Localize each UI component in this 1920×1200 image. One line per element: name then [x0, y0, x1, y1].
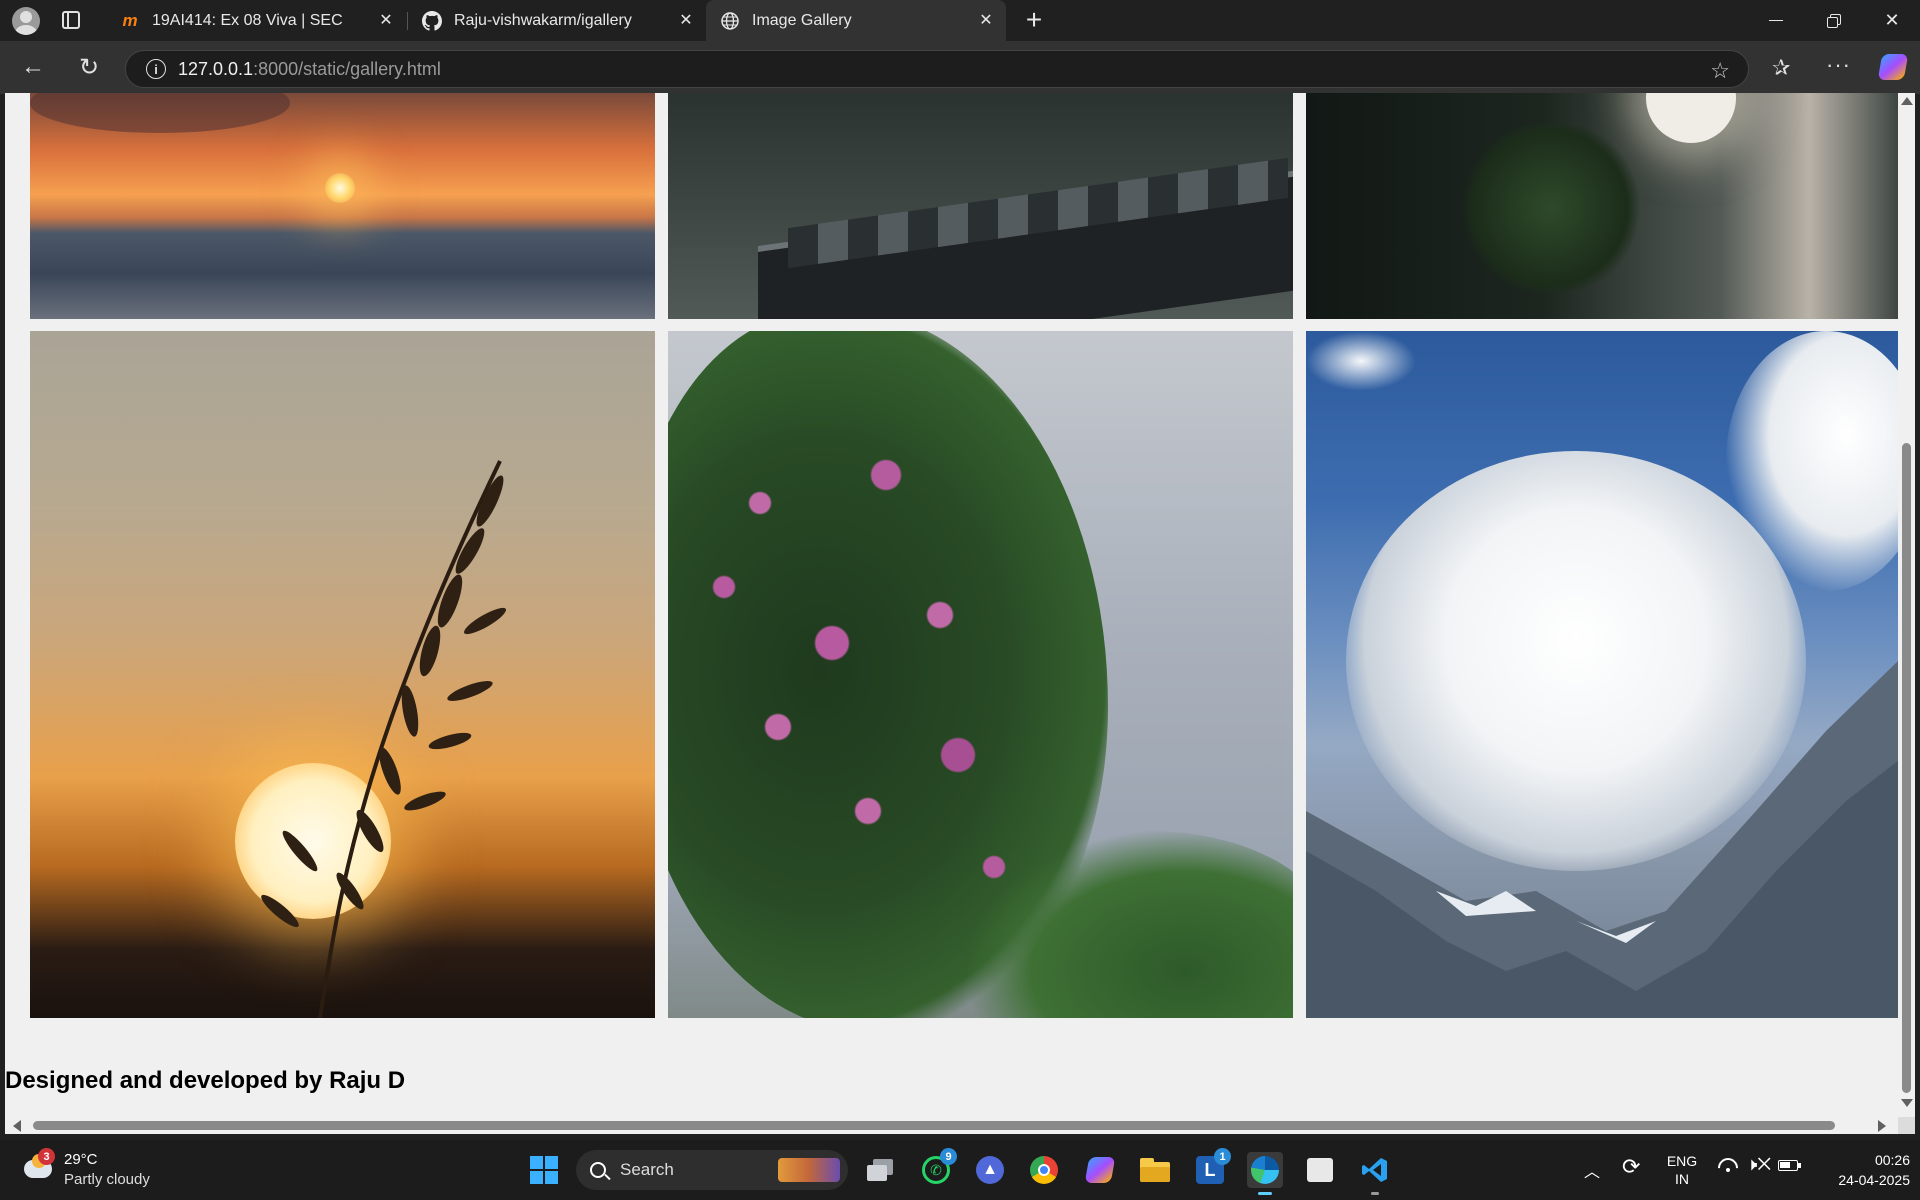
lang-top: ENG	[1666, 1153, 1698, 1169]
vertical-scrollbar[interactable]	[1898, 93, 1915, 1117]
tab-image-gallery[interactable]: Image Gallery ✕	[706, 0, 1006, 41]
task-view-icon[interactable]	[862, 1152, 898, 1188]
scroll-left-arrow-icon[interactable]	[13, 1120, 21, 1132]
close-icon[interactable]: ✕	[676, 10, 696, 30]
l-app-icon[interactable]: L 1	[1192, 1148, 1231, 1188]
horizontal-scrollbar[interactable]	[5, 1117, 1898, 1134]
scroll-right-arrow-icon[interactable]	[1878, 1120, 1886, 1132]
file-explorer-icon[interactable]	[1137, 1152, 1173, 1188]
moodle-icon: m	[122, 10, 138, 30]
grass-silhouette	[261, 460, 506, 1018]
close-icon[interactable]: ✕	[376, 10, 396, 30]
clock-time: 00:26	[1874, 1152, 1910, 1168]
app-icon-triangle[interactable]: ▲	[972, 1152, 1008, 1188]
horizontal-scroll-thumb[interactable]	[33, 1121, 1835, 1130]
whatsapp-badge: 9	[940, 1148, 957, 1165]
active-indicator	[1258, 1192, 1272, 1195]
weather-widget[interactable]: 3 29°C Partly cloudy	[18, 1146, 168, 1194]
show-hidden-icons[interactable]: ︿	[1584, 1158, 1600, 1182]
close-icon[interactable]: ✕	[976, 10, 996, 30]
edge-icon[interactable]	[1247, 1152, 1283, 1195]
url-path: :8000/static/gallery.html	[253, 58, 441, 79]
search-highlight-icon	[778, 1158, 840, 1182]
taskbar: 3 29°C Partly cloudy Search ✆ 9 ▲ L 1 ︿ …	[0, 1140, 1920, 1200]
gallery-image-sunset-sea[interactable]	[30, 93, 655, 319]
moon-shape	[1646, 93, 1736, 143]
github-icon	[422, 10, 442, 31]
url-host: 127.0.0.1	[178, 58, 254, 79]
tab-title: Image Gallery	[752, 11, 852, 29]
search-label: Search	[620, 1160, 674, 1179]
lang-bottom: IN	[1675, 1171, 1689, 1187]
gallery-image-grass-sunset[interactable]	[30, 331, 655, 1018]
sun-shape	[325, 173, 355, 203]
scrollbar-corner	[1898, 1117, 1915, 1134]
volume-muted-icon[interactable]: 🕨✕	[1746, 1154, 1771, 1175]
new-tab-icon[interactable]: +	[1020, 4, 1048, 35]
tab-actions-icon[interactable]	[62, 11, 80, 29]
mountain-range	[1306, 661, 1898, 1018]
start-button[interactable]	[526, 1152, 562, 1188]
more-options-icon[interactable]: ···	[1826, 52, 1851, 78]
taskbar-search[interactable]: Search	[576, 1150, 848, 1190]
url-field[interactable]: i 127.0.0.1 :8000/static/gallery.html ☆	[125, 50, 1749, 88]
vertical-scroll-thumb[interactable]	[1902, 443, 1911, 1093]
scroll-up-arrow-icon[interactable]	[1901, 97, 1913, 105]
favorites-icon[interactable]: ✰	[1772, 55, 1790, 81]
gallery-image-clouds-mountains[interactable]	[1306, 331, 1898, 1018]
globe-icon	[720, 11, 740, 31]
copilot-app-icon[interactable]	[1082, 1152, 1118, 1188]
browser-window: m 19AI414: Ex 08 Viva | SEC ✕ Raju-vishw…	[0, 0, 1920, 1200]
vscode-icon[interactable]	[1357, 1152, 1393, 1195]
battery-icon[interactable]	[1778, 1160, 1801, 1171]
back-icon[interactable]: ←	[20, 53, 46, 80]
weather-desc: Partly cloudy	[64, 1171, 150, 1188]
gallery-image-rooftop-rain[interactable]	[668, 93, 1293, 319]
search-icon	[590, 1162, 611, 1181]
site-info-icon[interactable]: i	[146, 59, 166, 79]
l-app-badge: 1	[1214, 1148, 1231, 1165]
sync-icon[interactable]: ⟳	[1622, 1154, 1640, 1180]
gallery-image-bougainvillea[interactable]	[668, 331, 1293, 1018]
tab-title: 19AI414: Ex 08 Viva | SEC	[152, 11, 343, 29]
tab-bar: m 19AI414: Ex 08 Viva | SEC ✕ Raju-vishw…	[0, 0, 1920, 41]
profile-avatar[interactable]	[12, 7, 40, 35]
clock-date: 24-04-2025	[1838, 1172, 1910, 1188]
weather-temp: 29°C	[64, 1151, 98, 1168]
chrome-icon[interactable]	[1026, 1152, 1062, 1188]
wifi-icon[interactable]	[1718, 1158, 1738, 1172]
tab-title: Raju-vishwakarm/igallery	[454, 11, 632, 29]
tab-github[interactable]: Raju-vishwakarm/igallery ✕	[408, 0, 706, 41]
whatsapp-icon[interactable]: ✆ 9	[918, 1148, 957, 1188]
gallery-image-moon-tree[interactable]	[1306, 93, 1898, 319]
page-content: Designed and developed by Raju D	[5, 93, 1898, 1117]
windows-logo-icon	[530, 1156, 558, 1184]
running-indicator	[1371, 1192, 1379, 1195]
scroll-down-arrow-icon[interactable]	[1901, 1099, 1913, 1107]
favorite-star-icon[interactable]: ☆	[1710, 58, 1730, 84]
weather-badge: 3	[38, 1148, 55, 1165]
tab-moodle[interactable]: m 19AI414: Ex 08 Viva | SEC ✕	[106, 0, 406, 41]
language-indicator[interactable]: ENG IN	[1662, 1152, 1702, 1188]
store-icon[interactable]	[1302, 1152, 1338, 1188]
minimize-icon[interactable]	[1748, 0, 1804, 41]
clock[interactable]: 00:26 24-04-2025	[1810, 1150, 1910, 1190]
footer-credit: Designed and developed by Raju D	[5, 1067, 406, 1094]
restore-icon[interactable]	[1806, 0, 1862, 41]
refresh-icon[interactable]: ↻	[76, 54, 102, 81]
close-window-icon[interactable]: ✕	[1864, 0, 1920, 41]
